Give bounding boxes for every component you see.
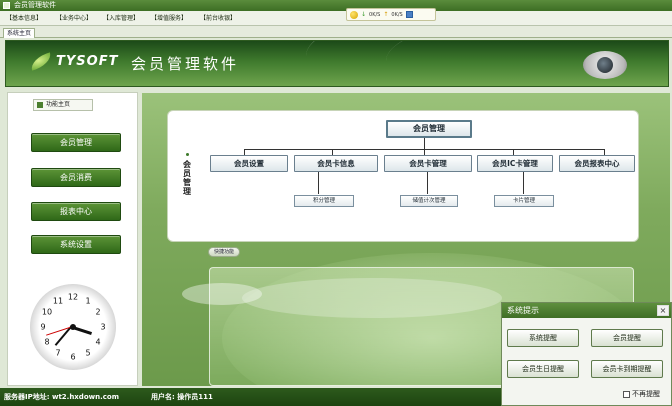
menu-bar: 【基本信息】 【业务中心】 【入库管理】 【增值服务】 【前台收银】 xyxy=(0,11,672,26)
clock-number: 12 xyxy=(67,292,79,302)
popup-title: 系统提示 xyxy=(507,306,539,315)
section-label-text: 会员管理 xyxy=(183,160,191,196)
webcam-lens xyxy=(597,57,613,73)
birthday-reminder-button[interactable]: 会员生日提醒 xyxy=(507,360,579,378)
title-bar: 会员管理软件 xyxy=(0,0,672,11)
clock-center xyxy=(70,324,76,330)
header-banner: TYSOFT 会员管理软件 xyxy=(5,40,669,87)
clock-number: 3 xyxy=(100,322,106,332)
connector-line xyxy=(523,172,524,194)
menu-basic-info[interactable]: 【基本信息】 xyxy=(4,13,44,24)
system-reminder-button[interactable]: 系统提醒 xyxy=(507,329,579,347)
clock-number: 2 xyxy=(95,307,101,317)
dont-remind-checkbox[interactable]: 不再提醒 xyxy=(623,389,660,399)
node-member-card-info[interactable]: 会员卡信息 xyxy=(294,155,378,172)
download-arrow-icon: ↓ xyxy=(361,11,367,18)
sidebar-title: 功能主页 xyxy=(33,99,93,111)
server-address: 服务器IP地址: wt2.hxdown.com xyxy=(4,393,119,401)
leaf-logo-icon xyxy=(28,52,54,71)
network-ball-icon xyxy=(350,10,358,19)
clock-number: 8 xyxy=(44,337,50,347)
logo-text: TYSOFT xyxy=(56,54,119,69)
report-center-button[interactable]: 报表中心 xyxy=(31,202,121,221)
clock-number: 10 xyxy=(41,307,53,317)
current-user: 用户名: 操作员111 xyxy=(151,393,213,401)
function-diagram-panel: 会员管理 会员管理 会员设置 会员卡信息 会员卡管理 会员IC卡管理 会员报表中… xyxy=(167,110,639,242)
node-member-report-center[interactable]: 会员报表中心 xyxy=(559,155,635,172)
lower-panel-decoration xyxy=(242,278,502,318)
lower-panel-decoration xyxy=(182,283,262,305)
section-label: 会员管理 xyxy=(182,153,192,196)
leaf-stored-value-management[interactable]: 储值计次管理 xyxy=(400,195,458,207)
member-reminder-button[interactable]: 会员提醒 xyxy=(591,329,663,347)
checkbox-label: 不再提醒 xyxy=(632,390,660,398)
system-reminder-popup: 系统提示 × 系统提醒 会员提醒 会员生日提醒 会员卡到期提醒 不再提醒 xyxy=(501,302,672,406)
window-title: 会员管理软件 xyxy=(14,1,56,9)
leaf-card-management[interactable]: 卡片管理 xyxy=(494,195,554,207)
connector-line xyxy=(427,172,428,194)
clock-number: 1 xyxy=(85,296,91,306)
menu-business-center[interactable]: 【业务中心】 xyxy=(54,13,94,24)
close-icon[interactable]: × xyxy=(657,305,669,316)
clock-number: 6 xyxy=(70,352,76,362)
network-speed-meter[interactable]: ↓ 0K/S ↑ 0K/S xyxy=(346,8,436,21)
webcam-graphic-icon xyxy=(583,51,627,79)
tab-system-home[interactable]: 系统主页 xyxy=(3,28,36,38)
app-name: 会员管理软件 xyxy=(131,55,240,73)
analog-clock: 12 1 2 3 4 5 6 7 8 9 10 11 xyxy=(30,284,116,370)
leaf-points-management[interactable]: 积分管理 xyxy=(294,195,354,207)
tab-bar: 系统主页 xyxy=(0,26,672,38)
clock-number: 5 xyxy=(85,348,91,358)
menu-stock-in[interactable]: 【入库管理】 xyxy=(101,13,141,24)
system-settings-button[interactable]: 系统设置 xyxy=(31,235,121,254)
clock-number: 7 xyxy=(55,348,61,358)
app-window: 会员管理软件 【基本信息】 【业务中心】 【入库管理】 【增值服务】 【前台收银… xyxy=(0,0,672,406)
checkbox-box[interactable] xyxy=(623,390,630,398)
menu-value-added[interactable]: 【增值服务】 xyxy=(149,13,189,24)
meter-window-icon xyxy=(405,11,413,18)
node-member-settings[interactable]: 会员设置 xyxy=(210,155,288,172)
clock-number: 4 xyxy=(95,337,101,347)
clock-second-hand xyxy=(46,326,73,336)
member-management-button[interactable]: 会员管理 xyxy=(31,133,121,152)
node-member-card-management[interactable]: 会员卡管理 xyxy=(384,155,472,172)
member-consumption-button[interactable]: 会员消费 xyxy=(31,168,121,187)
app-icon xyxy=(3,2,10,9)
connector-line xyxy=(318,172,319,194)
popup-header: 系统提示 × xyxy=(502,303,671,318)
card-expiry-reminder-button[interactable]: 会员卡到期提醒 xyxy=(591,360,663,378)
bullet-icon xyxy=(37,102,43,108)
download-speed: 0K/S xyxy=(369,11,381,18)
sidebar-title-label: 功能主页 xyxy=(46,101,71,108)
node-member-management[interactable]: 会员管理 xyxy=(386,120,472,138)
clock-number: 9 xyxy=(40,322,46,332)
node-member-ic-card-management[interactable]: 会员IC卡管理 xyxy=(477,155,553,172)
upload-arrow-icon: ↑ xyxy=(383,11,389,18)
quick-functions-tag: 快捷功能 xyxy=(208,247,240,257)
menu-front-cashier[interactable]: 【前台收银】 xyxy=(198,13,238,24)
section-dot-icon xyxy=(185,153,189,156)
upload-speed: 0K/S xyxy=(391,11,403,18)
clock-number: 11 xyxy=(52,296,64,306)
